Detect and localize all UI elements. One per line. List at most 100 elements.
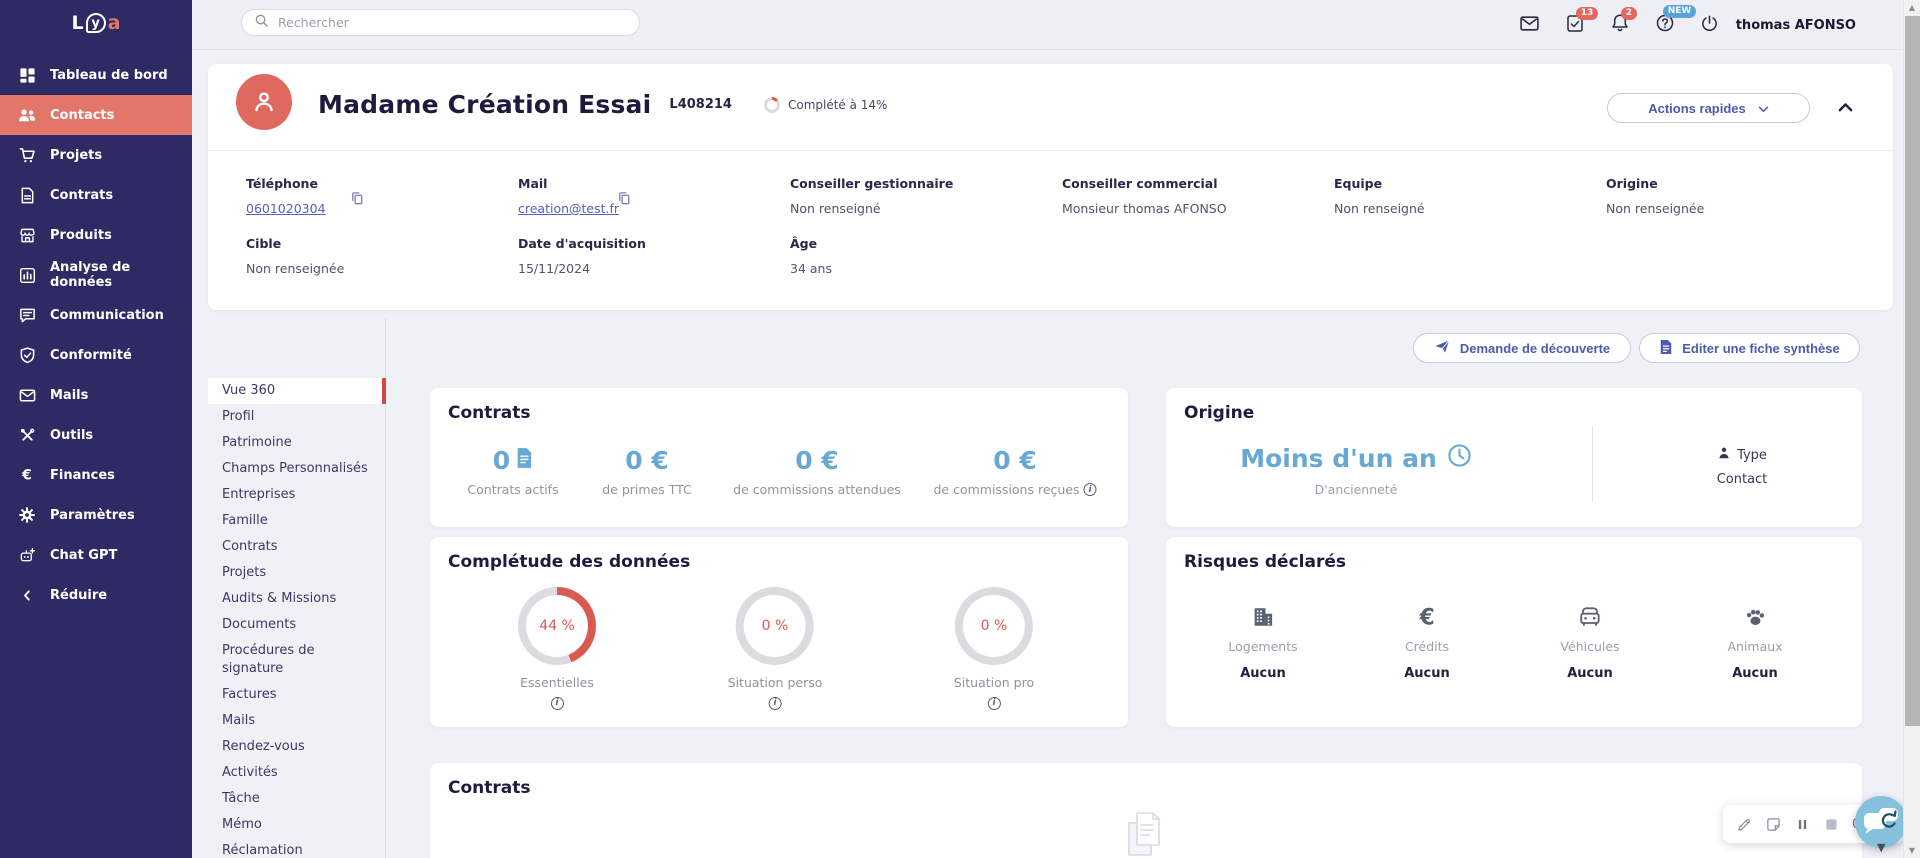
info-icon[interactable]: i bbox=[987, 696, 1001, 710]
field-value: 34 ans bbox=[790, 261, 832, 276]
help-button[interactable]: NEW bbox=[1654, 5, 1697, 36]
type-block: Type Contact bbox=[1682, 446, 1802, 488]
field-value: Non renseignée bbox=[1606, 201, 1705, 216]
contracts-list-card: Contrats bbox=[430, 763, 1862, 858]
blue-document-icon bbox=[515, 446, 533, 475]
subnav-item-activites[interactable]: Activités bbox=[208, 760, 385, 786]
search-icon bbox=[254, 13, 269, 32]
subnav-item-factures[interactable]: Factures bbox=[208, 682, 385, 708]
sidebar-item-parametres[interactable]: Paramètres bbox=[0, 495, 192, 535]
subnav-item-projets[interactable]: Projets bbox=[208, 560, 385, 586]
email-link[interactable]: creation@test.fr bbox=[518, 201, 619, 216]
risk-logements: Logements Aucun bbox=[1228, 599, 1298, 681]
subnav-item-audits-missions[interactable]: Audits & Missions bbox=[208, 586, 385, 612]
quick-actions-label: Actions rapides bbox=[1648, 100, 1746, 116]
risk-label: Crédits bbox=[1404, 639, 1450, 654]
subnav-item-patrimoine[interactable]: Patrimoine bbox=[208, 430, 385, 456]
car-icon bbox=[1560, 599, 1619, 629]
subnav-item-contrats[interactable]: Contrats bbox=[208, 534, 385, 560]
scrollbar-up-arrow[interactable]: ▲ bbox=[1904, 3, 1920, 12]
scrollbar-thumb[interactable] bbox=[1905, 16, 1920, 726]
logo-letter-y: y bbox=[85, 13, 106, 33]
store-icon bbox=[17, 225, 37, 245]
contact-reference: L408214 bbox=[669, 97, 732, 112]
donut-label: Situation pro bbox=[953, 675, 1035, 690]
subnav-item-reclamation[interactable]: Réclamation bbox=[208, 838, 385, 858]
logout-button[interactable] bbox=[1699, 14, 1721, 36]
tasks-button[interactable]: 13 bbox=[1564, 7, 1599, 36]
info-icon[interactable]: i bbox=[768, 696, 782, 710]
messages-button[interactable] bbox=[1519, 14, 1541, 36]
sidebar-item-produits[interactable]: Produits bbox=[0, 215, 192, 255]
collapse-header-button[interactable] bbox=[1838, 97, 1853, 116]
discovery-request-button[interactable]: Demande de découverte bbox=[1413, 333, 1631, 363]
sidebar-item-label: Communication bbox=[50, 307, 164, 323]
tools-icon bbox=[17, 425, 37, 445]
subnav-item-memo[interactable]: Mémo bbox=[208, 812, 385, 838]
sidebar-item-analyse-de-donnees[interactable]: Analyse de données bbox=[0, 255, 192, 295]
field-cible: Cible Non renseignée bbox=[246, 236, 344, 276]
card-title: Contrats bbox=[448, 778, 531, 798]
field-date-acquisition: Date d'acquisition 15/11/2024 bbox=[518, 236, 646, 276]
subnav-item-vue-360[interactable]: Vue 360 bbox=[208, 378, 386, 404]
search-input[interactable] bbox=[278, 15, 627, 30]
notifications-button[interactable]: 2 bbox=[1609, 7, 1637, 36]
chevron-left-icon bbox=[17, 585, 37, 605]
stop-icon[interactable] bbox=[1823, 816, 1839, 832]
avatar[interactable] bbox=[236, 74, 292, 130]
risk-vehicules: Véhicules Aucun bbox=[1560, 599, 1620, 681]
copy-email-icon[interactable] bbox=[617, 191, 633, 207]
sidebar-item-contacts[interactable]: Contacts bbox=[0, 95, 192, 135]
scroll-down-arrow-icon[interactable]: ▼ bbox=[1877, 841, 1885, 854]
sidebar-item-contrats[interactable]: Contrats bbox=[0, 175, 192, 215]
info-icon[interactable]: i bbox=[550, 696, 564, 710]
field-origine: Origine Non renseignée bbox=[1606, 176, 1704, 216]
subnav-item-documents[interactable]: Documents bbox=[208, 612, 385, 638]
gear-icon bbox=[17, 505, 37, 525]
donut-situation-pro: 0 % Situation pro i bbox=[954, 587, 1034, 710]
phone-link[interactable]: 0601020304 bbox=[246, 201, 326, 216]
sidebar-item-label: Projets bbox=[50, 147, 103, 163]
edit-summary-sheet-button[interactable]: Editer une fiche synthèse bbox=[1639, 333, 1860, 363]
sidebar-item-finances[interactable]: € Finances bbox=[0, 455, 192, 495]
contacts-icon bbox=[17, 105, 37, 125]
subnav-item-tache[interactable]: Tâche bbox=[208, 786, 385, 812]
note-icon[interactable] bbox=[1765, 816, 1781, 832]
sidebar-item-projets[interactable]: Projets bbox=[0, 135, 192, 175]
scrollbar-down-arrow[interactable]: ▼ bbox=[1904, 846, 1920, 855]
field-conseiller-gestionnaire: Conseiller gestionnaire Non renseigné bbox=[790, 176, 953, 216]
user-name[interactable]: thomas AFONSO bbox=[1736, 18, 1856, 33]
card-title: Origine bbox=[1184, 403, 1255, 423]
card-title: Risques déclarés bbox=[1184, 552, 1346, 572]
lya-logo[interactable]: L y a bbox=[0, 0, 192, 46]
sidebar-item-chat-gpt[interactable]: Chat GPT bbox=[0, 535, 192, 575]
stat-premiums: 0 € de primes TTC bbox=[602, 446, 692, 497]
sidebar-item-mails[interactable]: Mails bbox=[0, 375, 192, 415]
subnav-item-profil[interactable]: Profil bbox=[208, 404, 385, 430]
sidebar-collapse-button[interactable]: Réduire bbox=[0, 575, 192, 615]
sidebar-item-outils[interactable]: Outils bbox=[0, 415, 192, 455]
subnav-item-entreprises[interactable]: Entreprises bbox=[208, 482, 385, 508]
pause-icon[interactable] bbox=[1794, 816, 1810, 832]
quick-actions-button[interactable]: Actions rapides bbox=[1607, 93, 1810, 123]
info-icon[interactable]: i bbox=[1083, 483, 1097, 496]
sidebar-item-tableau-de-bord[interactable]: Tableau de bord bbox=[0, 55, 192, 95]
search-bar[interactable] bbox=[241, 9, 640, 36]
field-value: Non renseignée bbox=[246, 261, 345, 276]
copy-phone-icon[interactable] bbox=[350, 191, 366, 207]
sidebar-item-communication[interactable]: Communication bbox=[0, 295, 192, 335]
contracts-summary-card: Contrats 0 Contrats actifs 0 € de primes… bbox=[430, 388, 1128, 527]
sidebar-item-conformite[interactable]: Conformité bbox=[0, 335, 192, 375]
tasks-badge: 13 bbox=[1575, 7, 1599, 20]
sidebar-item-label: Produits bbox=[50, 227, 112, 243]
pencil-icon[interactable] bbox=[1736, 816, 1752, 832]
subnav-item-procedures-signature[interactable]: Procédures de signature bbox=[208, 638, 385, 682]
subnav-item-rendez-vous[interactable]: Rendez-vous bbox=[208, 734, 385, 760]
page-scrollbar[interactable]: ▲ ▼ bbox=[1903, 0, 1920, 858]
subnav-item-famille[interactable]: Famille bbox=[208, 508, 385, 534]
subnav-item-mails[interactable]: Mails bbox=[208, 708, 385, 734]
edit-summary-sheet-label: Editer une fiche synthèse bbox=[1682, 340, 1840, 356]
subnav-item-champs-personnalises[interactable]: Champs Personnalisés bbox=[208, 456, 385, 482]
contact-header-card: Madame Création Essai L408214 Complété à… bbox=[208, 64, 1893, 310]
field-value: Non renseigné bbox=[790, 201, 881, 216]
